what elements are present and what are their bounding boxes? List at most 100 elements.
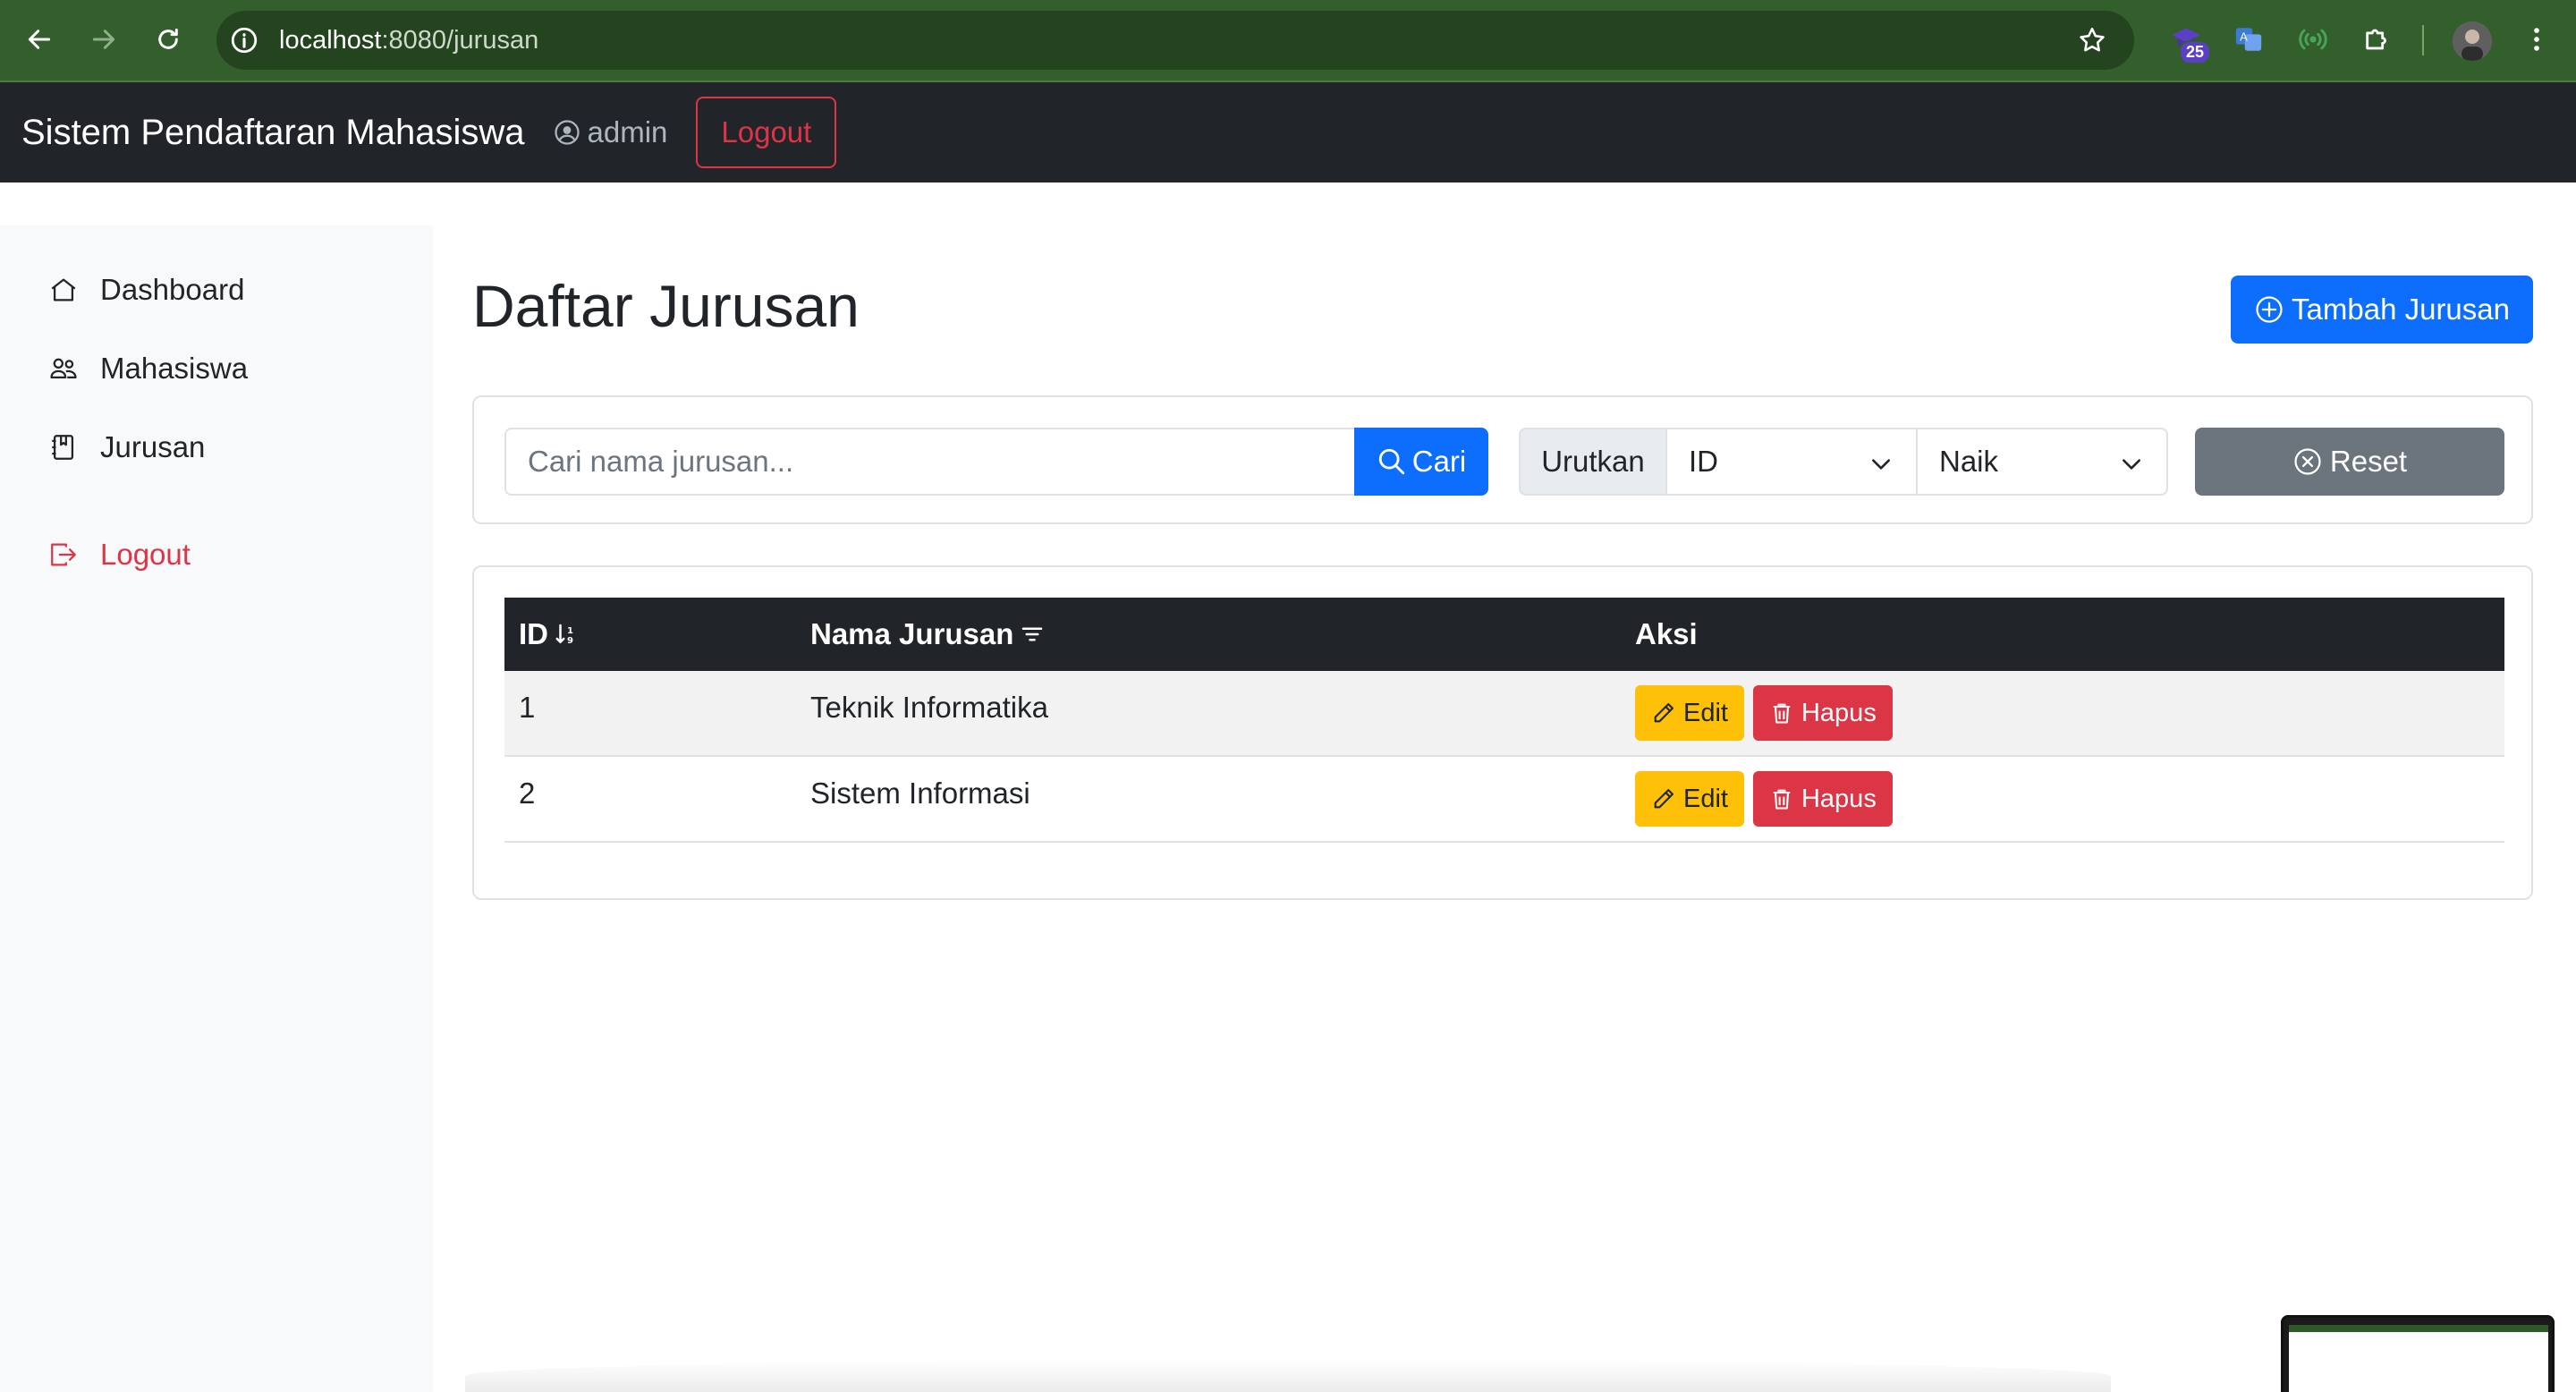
- pencil-icon: [1654, 789, 1674, 809]
- toolbar-divider: [2422, 25, 2424, 55]
- thumbnail-content: [2289, 1325, 2548, 1392]
- user-info: admin: [554, 115, 668, 149]
- translate-extension-button[interactable]: A: [2231, 21, 2267, 57]
- brand-title[interactable]: Sistem Pendaftaran Mahasiswa: [21, 113, 525, 153]
- row-actions: Edit Hapus: [1635, 685, 1893, 741]
- broadcast-icon: [2299, 29, 2327, 50]
- th-nama-label: Nama Jurusan: [810, 617, 1014, 650]
- sort-field-select[interactable]: ID: [1665, 428, 1918, 496]
- trash-icon: [1773, 789, 1791, 810]
- arrow-left-icon: [28, 30, 51, 49]
- filter-icon: [1022, 627, 1043, 641]
- chevron-down-icon: [2123, 459, 2140, 470]
- browser-toolbar: localhost:8080/jurusan 25 A: [0, 0, 2576, 82]
- cell-nama: Teknik Informatika: [810, 691, 1048, 724]
- search-icon: [1378, 448, 1404, 475]
- sort-field-value: ID: [1689, 445, 1718, 478]
- site-info-icon[interactable]: [229, 25, 259, 55]
- kebab-menu-icon: [2534, 28, 2539, 51]
- search-button[interactable]: Cari: [1354, 428, 1488, 496]
- navbar-logout-button[interactable]: Logout: [696, 97, 837, 168]
- edit-label: Edit: [1683, 698, 1728, 727]
- page-title: Daftar Jurusan: [472, 273, 860, 339]
- delete-button[interactable]: Hapus: [1752, 771, 1893, 827]
- edit-button[interactable]: Edit: [1635, 771, 1744, 827]
- x-circle-icon: [2294, 448, 2321, 475]
- sort-order-value: Naik: [1939, 445, 1999, 478]
- people-icon: [50, 358, 77, 379]
- window-preview-thumbnail[interactable]: [2281, 1315, 2555, 1392]
- add-jurusan-label: Tambah Jurusan: [2292, 293, 2510, 326]
- arrow-right-icon: [92, 30, 115, 49]
- jurusan-table: ID 19 Nama Jurusan Aksi 1 Teknik Informa…: [504, 598, 2504, 843]
- broadcast-extension-button[interactable]: [2295, 21, 2331, 57]
- th-id[interactable]: ID 19: [519, 617, 580, 651]
- reload-button[interactable]: [148, 20, 188, 59]
- bookmark-star-icon[interactable]: [2077, 25, 2107, 55]
- address-bar[interactable]: localhost:8080/jurusan: [216, 11, 2134, 70]
- profile-avatar-icon: [2453, 21, 2492, 61]
- th-nama[interactable]: Nama Jurusan: [810, 617, 1046, 651]
- forward-button[interactable]: [84, 20, 123, 59]
- search-input[interactable]: Cari nama jurusan...: [504, 428, 1354, 496]
- sidebar-logout-link[interactable]: Logout: [0, 515, 433, 594]
- thumbnail-bar: [2289, 1325, 2548, 1332]
- sidebar-item-label: Jurusan: [100, 430, 206, 463]
- app-navbar: Sistem Pendaftaran Mahasiswa admin Logou…: [0, 82, 2576, 182]
- search-button-label: Cari: [1411, 445, 1467, 478]
- cell-nama: Sistem Informasi: [810, 777, 1030, 810]
- username: admin: [587, 115, 668, 149]
- sidebar-logout-label: Logout: [100, 538, 191, 571]
- url-text: localhost:8080/jurusan: [279, 25, 539, 55]
- profile-avatar[interactable]: [2453, 21, 2492, 61]
- back-button[interactable]: [20, 20, 59, 59]
- reload-icon: [158, 28, 178, 49]
- cell-id: 1: [519, 691, 536, 724]
- th-aksi-label: Aksi: [1635, 617, 1698, 650]
- person-circle-icon: [554, 120, 580, 145]
- chevron-down-icon: [1872, 459, 1890, 470]
- bottom-shadow: [465, 1360, 2111, 1392]
- journal-icon: [52, 435, 74, 460]
- box-arrow-right-icon: [51, 543, 76, 566]
- sort-numeric-down-icon: 19: [555, 624, 573, 646]
- sidebar-item-label: Dashboard: [100, 273, 245, 306]
- table-row: 1 Teknik Informatika Edit Hapus: [504, 671, 2504, 757]
- add-jurusan-button[interactable]: Tambah Jurusan: [2231, 276, 2533, 344]
- delete-label: Hapus: [1801, 784, 1877, 813]
- sidebar-item-jurusan[interactable]: Jurusan: [0, 408, 433, 487]
- sidebar-item-dashboard[interactable]: Dashboard: [0, 250, 433, 329]
- sidebar-item-mahasiswa[interactable]: Mahasiswa: [0, 329, 433, 408]
- plus-circle-icon: [2256, 296, 2283, 323]
- trash-icon: [1773, 703, 1791, 724]
- th-aksi: Aksi: [1635, 617, 1698, 651]
- pencil-icon: [1654, 703, 1674, 723]
- table-header: ID 19 Nama Jurusan Aksi: [504, 598, 2504, 671]
- th-id-label: ID: [519, 617, 548, 650]
- reset-button-label: Reset: [2329, 445, 2408, 478]
- row-actions: Edit Hapus: [1635, 771, 1893, 827]
- puzzle-icon: [2366, 29, 2386, 50]
- table-card: ID 19 Nama Jurusan Aksi 1 Teknik Informa…: [472, 565, 2533, 900]
- delete-label: Hapus: [1801, 698, 1877, 727]
- svg-text:A: A: [2240, 30, 2248, 44]
- extension-1-button[interactable]: 25: [2168, 21, 2211, 64]
- sort-order-select[interactable]: Naik: [1916, 428, 2168, 496]
- edit-button[interactable]: Edit: [1635, 685, 1744, 741]
- sort-label: Urutkan: [1519, 428, 1667, 496]
- svg-text:9: 9: [567, 636, 573, 646]
- sidebar-item-label: Mahasiswa: [100, 352, 249, 385]
- table-row: 2 Sistem Informasi Edit Hapus: [504, 757, 2504, 843]
- browser-menu-button[interactable]: [2519, 21, 2555, 57]
- extensions-menu-button[interactable]: [2360, 21, 2395, 57]
- cell-id: 2: [519, 777, 536, 810]
- delete-button[interactable]: Hapus: [1752, 685, 1893, 741]
- reset-button[interactable]: Reset: [2195, 428, 2504, 496]
- filter-card: Cari nama jurusan... Cari Urutkan ID Nai…: [472, 395, 2533, 524]
- translate-icon: A: [2235, 28, 2262, 51]
- svg-text:1: 1: [567, 626, 573, 636]
- edit-label: Edit: [1683, 784, 1728, 813]
- extension-badge: 25: [2178, 40, 2211, 64]
- house-icon: [51, 278, 76, 301]
- sidebar: Dashboard Mahasiswa Jurusan Logout: [0, 225, 433, 1392]
